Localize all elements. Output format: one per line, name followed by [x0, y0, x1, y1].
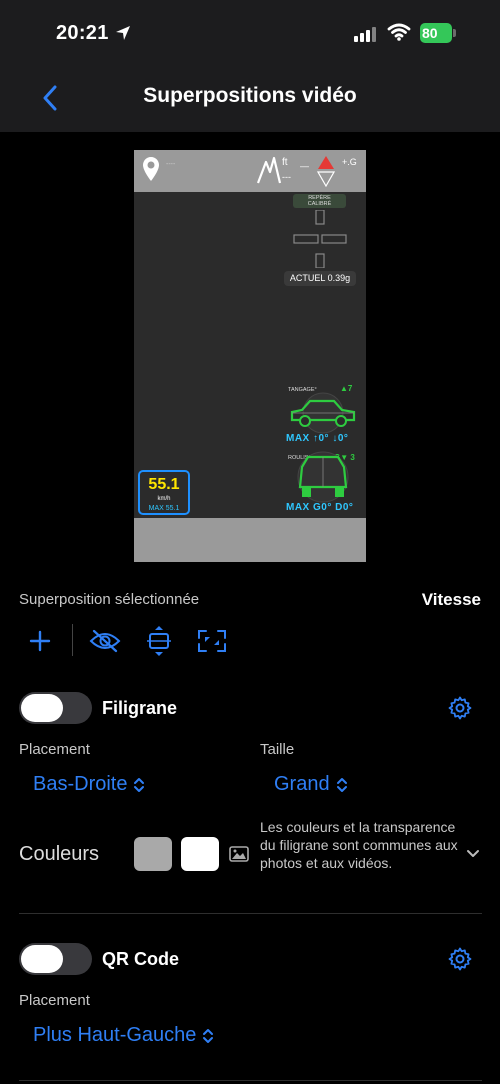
video-overlay-preview[interactable]: ---- ft --- — +.G REPÈRE CALIBRÉ ACTUEL … — [134, 150, 366, 562]
qr-settings-gear-icon[interactable] — [448, 947, 472, 971]
selected-overlay-value: Vitesse — [421, 590, 481, 609]
watermark-size-picker[interactable]: Grand — [274, 773, 348, 796]
plus-icon — [29, 630, 51, 652]
battery-level: 80 — [422, 25, 438, 41]
speed-overlay[interactable]: 55.1 km/h MAX 55.1 — [138, 470, 190, 515]
g-force-label: +.G — [342, 157, 357, 167]
heading-value: — — [300, 161, 309, 171]
pitch-max: MAX ↑0° ↓0° — [286, 433, 349, 444]
vertical-center-icon — [147, 626, 171, 656]
chevron-up-down-icon — [134, 777, 145, 792]
toggle-knob — [21, 945, 63, 973]
colors-note: Les couleurs et la transparence du filig… — [260, 819, 458, 871]
cellular-signal-icon — [354, 26, 376, 42]
qr-placement-label: Placement — [19, 992, 90, 1009]
preview-bottom-bar — [134, 518, 366, 562]
toggle-knob — [21, 694, 63, 722]
battery-indicator: 80 — [420, 23, 452, 43]
speed-value: 55.1 — [148, 476, 180, 493]
add-overlay-button[interactable] — [26, 627, 54, 655]
wifi-icon — [387, 23, 411, 41]
mountain-icon — [256, 156, 282, 184]
toolbar-divider — [72, 624, 73, 656]
watermark-size-label: Taille — [260, 741, 295, 758]
preview-location-text: ---- — [166, 161, 176, 168]
color-swatch-grey[interactable] — [134, 837, 172, 871]
preview-top-bar: ---- ft --- — +.G — [134, 150, 366, 192]
qr-code-title: QR Code — [102, 949, 180, 969]
location-arrow-icon — [116, 26, 130, 40]
battery-tip — [453, 29, 456, 37]
car-side-icon — [290, 392, 356, 434]
location-pin-icon — [143, 157, 159, 181]
selected-overlay-label: Superposition sélectionnée — [19, 591, 200, 608]
speed-max: MAX 55.1 — [148, 505, 180, 512]
current-g-readout: ACTUEL 0.39g — [284, 271, 356, 286]
compass-icon — [317, 156, 335, 187]
calibrated-line-2: CALIBRÉ — [307, 201, 332, 207]
resize-icon — [198, 630, 226, 652]
watermark-size-value: Grand — [274, 773, 330, 795]
g-force-crosshair — [293, 210, 347, 268]
qr-placement-picker[interactable]: Plus Haut-Gauche — [33, 1024, 214, 1047]
chevron-down-icon[interactable] — [466, 849, 480, 859]
color-swatch-white[interactable] — [181, 837, 219, 871]
status-bar: 20:21 80 — [0, 0, 500, 64]
photo-icon[interactable] — [229, 846, 249, 862]
altitude-value: --- — [282, 172, 291, 182]
center-vertical-button[interactable] — [143, 624, 175, 658]
qr-placement-value: Plus Haut-Gauche — [33, 1024, 197, 1046]
eye-slash-icon — [89, 629, 121, 653]
watermark-placement-label: Placement — [19, 741, 90, 758]
page-title: Superpositions vidéo — [143, 84, 357, 107]
car-front-icon — [297, 451, 349, 503]
status-time: 20:21 — [56, 22, 109, 44]
chevron-up-down-icon — [336, 777, 347, 792]
resize-overlay-button[interactable] — [196, 627, 228, 655]
watermark-title: Filigrane — [102, 698, 178, 718]
section-divider — [19, 913, 482, 914]
calibrated-reference-badge: REPÈRE CALIBRÉ — [293, 194, 346, 208]
navigation-bar: Superpositions vidéo — [0, 64, 500, 132]
chevron-up-down-icon — [203, 1028, 214, 1043]
speed-unit: km/h — [157, 496, 171, 502]
watermark-settings-gear-icon[interactable] — [448, 696, 472, 720]
qr-code-toggle[interactable] — [19, 943, 92, 975]
colors-label: Couleurs — [19, 843, 100, 865]
section-divider — [19, 1080, 482, 1081]
roll-max: MAX G0° D0° — [286, 502, 354, 513]
altitude-unit: ft — [282, 157, 288, 168]
watermark-toggle[interactable] — [19, 692, 92, 724]
hide-overlay-button[interactable] — [88, 626, 122, 656]
watermark-placement-picker[interactable]: Bas-Droite — [33, 773, 145, 796]
watermark-placement-value: Bas-Droite — [33, 773, 128, 795]
